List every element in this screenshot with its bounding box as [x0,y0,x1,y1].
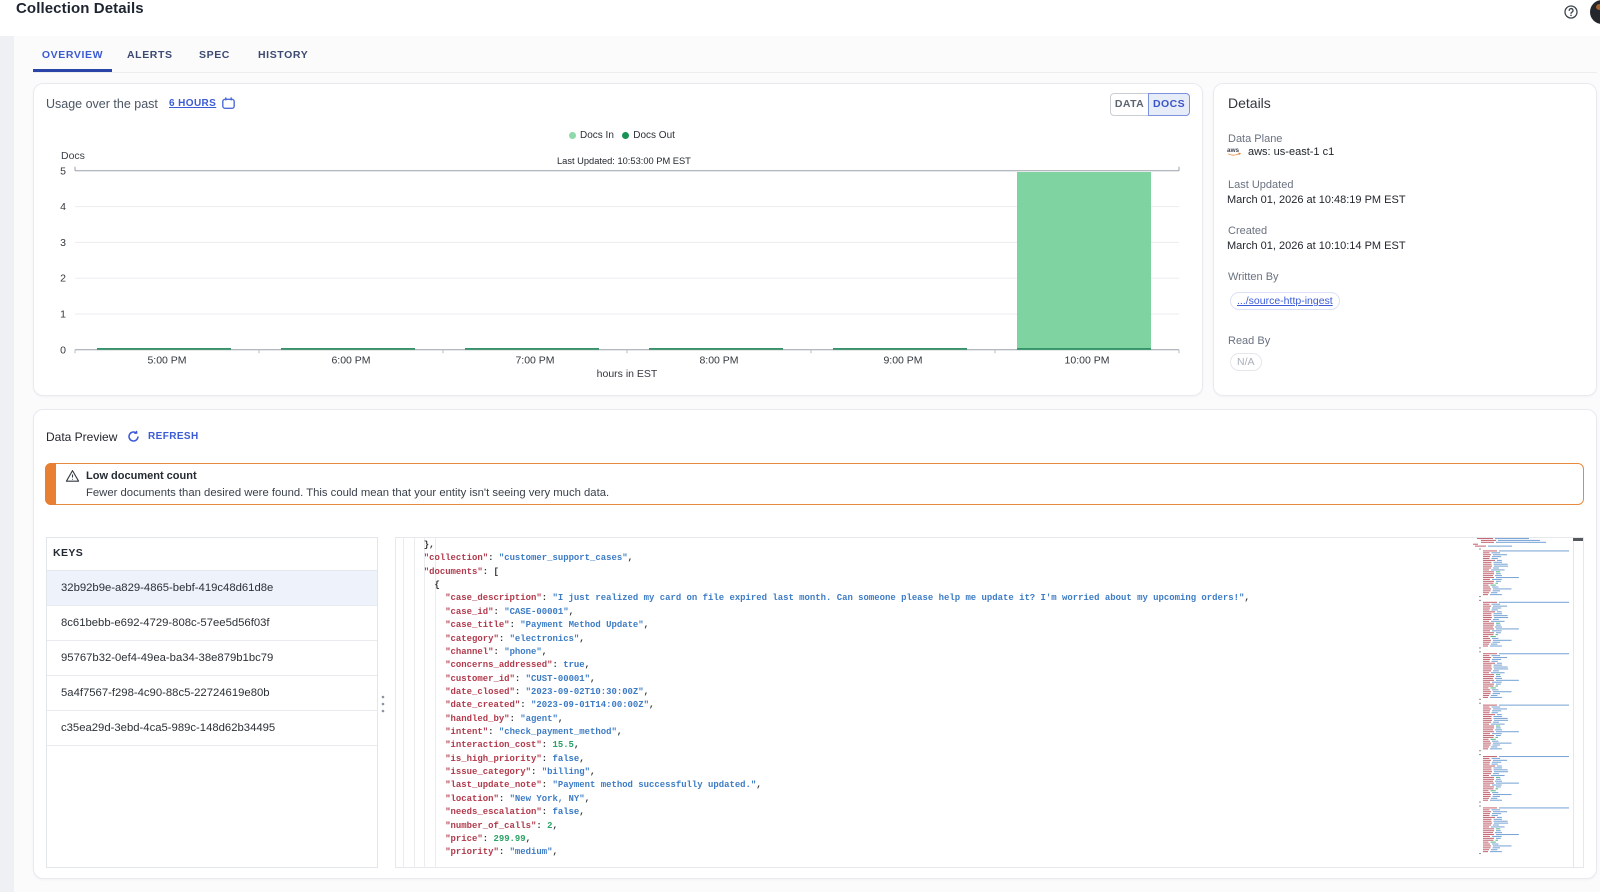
svg-text:4: 4 [60,201,66,213]
svg-text:8:00 PM: 8:00 PM [699,354,738,366]
svg-text:aws: aws [1227,147,1240,154]
svg-text:10:00 PM: 10:00 PM [1065,354,1110,366]
svg-text:0: 0 [60,344,66,356]
svg-text:5: 5 [60,165,66,177]
svg-text:3: 3 [60,237,66,249]
svg-text:5:00 PM: 5:00 PM [147,354,186,366]
svg-text:6:00 PM: 6:00 PM [331,354,370,366]
svg-text:2: 2 [60,273,66,285]
svg-text:1: 1 [60,309,66,321]
svg-text:hours in EST: hours in EST [597,368,658,380]
svg-text:7:00 PM: 7:00 PM [515,354,554,366]
svg-text:9:00 PM: 9:00 PM [883,354,922,366]
